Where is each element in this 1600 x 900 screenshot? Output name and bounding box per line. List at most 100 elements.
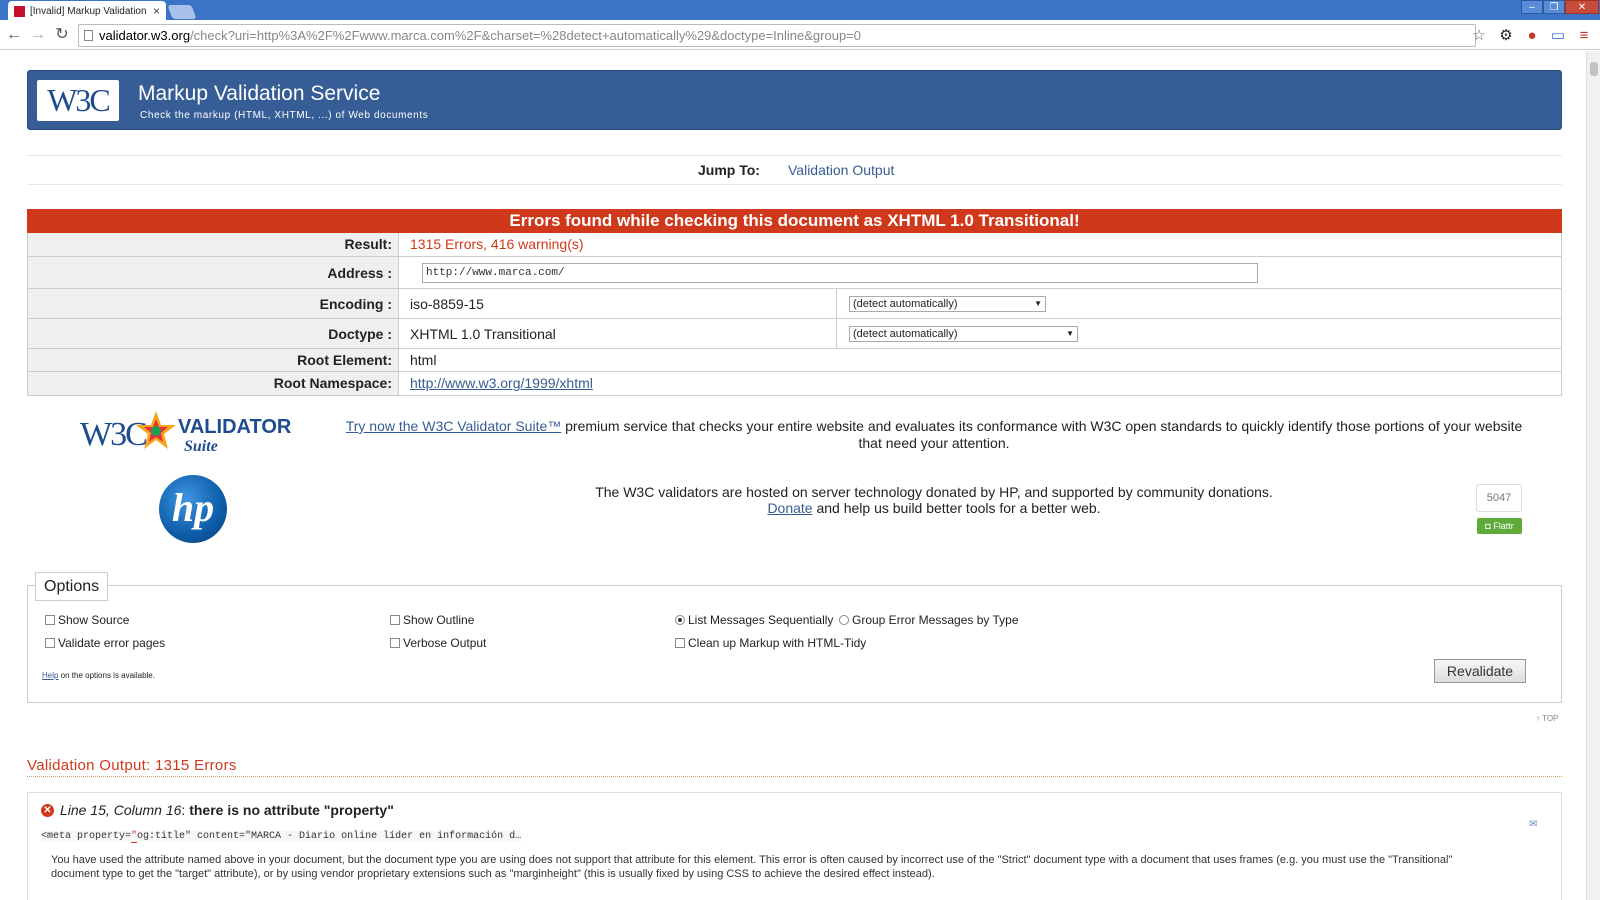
dropdown-arrow-icon: ▼ [1066,329,1074,338]
w3c-logo[interactable]: W3C [37,80,119,121]
show-source-option[interactable]: Show Source [45,613,129,627]
suite-logo-validator: VALIDATOR [178,416,292,438]
revalidate-button[interactable]: Revalidate [1434,659,1526,683]
address-label: Address : [28,257,399,288]
result-value: 1315 Errors, 416 warning(s) [410,236,584,252]
flattr-icon: ◘ [1485,521,1494,531]
validator-suite-link[interactable]: Try now the W3C Validator Suite™ [346,418,562,434]
options-legend[interactable]: Options [35,572,109,601]
tab-title: [Invalid] Markup Validation o [30,5,149,17]
url-host: validator.w3.org [99,28,191,43]
show-outline-checkbox[interactable] [390,615,400,625]
extension-turtle-icon[interactable]: ● [1523,27,1541,45]
browser-titlebar: [Invalid] Markup Validation o × – ❐ ✕ [0,0,1600,21]
page-subtitle: Check the markup (HTML, XHTML, ...) of W… [140,110,429,121]
show-source-label: Show Source [58,613,130,627]
encoding-row: Encoding : iso-8859-15 (detect automatic… [28,288,1561,318]
help-link[interactable]: Help [42,671,58,680]
tab-close-icon[interactable]: × [153,4,160,18]
gear-icon[interactable]: ⚙ [1497,27,1515,45]
minimize-icon[interactable]: – [1521,0,1543,14]
cleanup-tidy-checkbox[interactable] [675,638,685,648]
header-banner: W3C Markup Validation Service Check the … [27,70,1562,130]
browser-tab[interactable]: [Invalid] Markup Validation o × [8,1,166,21]
result-label: Result: [28,233,399,256]
encoding-select-value: (detect automatically) [853,298,958,310]
show-source-checkbox[interactable] [45,615,55,625]
page-content: W3C Markup Validation Service Check the … [0,51,1586,900]
list-sequential-option[interactable]: List Messages Sequentially [675,613,833,627]
bookmark-star-icon[interactable]: ☆ [1470,27,1488,45]
error-title: there is no attribute "property" [189,802,394,818]
menu-icon[interactable]: ≡ [1575,27,1593,45]
cleanup-tidy-option[interactable]: Clean up Markup with HTML-Tidy [675,636,866,650]
validator-suite-logo[interactable]: W3C VALIDATOR Suite [80,407,295,457]
help-text: on the options is available. [58,671,155,680]
back-arrow-icon[interactable]: ← [4,25,24,45]
code-before: <meta property= [41,831,132,842]
flattr-label: Flattr [1493,521,1514,531]
flattr-count: 5047 [1476,484,1522,512]
encoding-label: Encoding : [28,289,399,318]
hp-sponsor-text: The W3C validators are hosted on server … [338,484,1530,516]
screen-capture-icon[interactable]: ▭ [1549,27,1567,45]
flattr-button[interactable]: ◘ Flattr [1477,518,1522,534]
validate-error-pages-option[interactable]: Validate error pages [45,636,165,650]
group-by-type-option[interactable]: Group Error Messages by Type [839,613,1019,627]
jump-validation-output-link[interactable]: Validation Output [788,162,894,178]
validate-error-pages-label: Validate error pages [58,636,166,650]
donate-link[interactable]: Donate [767,500,812,516]
cleanup-tidy-label: Clean up Markup with HTML-Tidy [688,636,867,650]
group-by-type-label: Group Error Messages by Type [852,613,1019,627]
new-tab-button[interactable] [167,5,197,19]
restore-icon[interactable]: ❐ [1543,0,1565,14]
error-icon: ✕ [41,804,54,817]
verbose-output-label: Verbose Output [403,636,487,650]
doctype-select-value: (detect automatically) [853,328,958,340]
validator-suite-text: premium service that checks your entire … [561,418,1523,451]
verbose-output-checkbox[interactable] [390,638,400,648]
close-window-icon[interactable]: ✕ [1565,0,1599,14]
error-location: Line 15, Column 16 [60,802,182,818]
options-help: Help on the options is available. [42,671,155,680]
encoding-select[interactable]: (detect automatically) ▼ [849,296,1046,312]
doctype-row: Doctype : XHTML 1.0 Transitional (detect… [28,318,1561,348]
doctype-label: Doctype : [28,319,399,348]
jump-to-bar: Jump To: Validation Output [27,155,1562,185]
root-element-row: Root Element: html [28,348,1561,371]
root-namespace-link[interactable]: http://www.w3.org/1999/xhtml [410,375,593,391]
suite-logo-suite: Suite [184,438,218,455]
page-icon [84,30,93,41]
error-explanation: You have used the attribute named above … [51,854,1453,880]
list-sequential-radio[interactable] [675,615,685,625]
doctype-select[interactable]: (detect automatically) ▼ [849,326,1078,342]
address-row: Address : http://www.marca.com/ [28,256,1561,288]
mail-icon[interactable]: ✉ [1529,819,1537,830]
root-element-value: html [410,352,437,368]
result-table: Result: 1315 Errors, 416 warning(s) Addr… [27,233,1562,396]
hp-line-1: The W3C validators are hosted on server … [595,484,1273,500]
address-bar[interactable]: validator.w3.org/check?uri=http%3A%2F%2F… [78,24,1476,47]
page-scrollbar[interactable] [1586,51,1600,900]
hp-line-2: and help us build better tools for a bet… [812,500,1101,516]
forward-arrow-icon[interactable]: → [28,25,48,45]
top-link[interactable]: ↑ TOP [1536,714,1558,723]
doctype-value: XHTML 1.0 Transitional [410,326,556,342]
verbose-output-option[interactable]: Verbose Output [390,636,486,650]
validator-suite-promo: Try now the W3C Validator Suite™ premium… [338,418,1530,452]
favicon-icon [14,5,25,17]
group-by-type-radio[interactable] [839,615,849,625]
jump-to-label: Jump To: [698,162,760,178]
root-namespace-label: Root Namespace: [28,372,399,395]
validate-error-pages-checkbox[interactable] [45,638,55,648]
list-sequential-label: List Messages Sequentially [688,613,834,627]
root-namespace-row: Root Namespace: http://www.w3.org/1999/x… [28,371,1561,395]
show-outline-option[interactable]: Show Outline [390,613,474,627]
hp-logo[interactable]: hp [159,475,227,543]
address-input[interactable]: http://www.marca.com/ [422,263,1258,283]
show-outline-label: Show Outline [403,613,475,627]
scrollbar-thumb[interactable] [1590,62,1598,76]
reload-icon[interactable]: ↻ [52,25,72,45]
root-element-label: Root Element: [28,349,399,371]
suite-logo-w3c: W3C [80,416,146,453]
